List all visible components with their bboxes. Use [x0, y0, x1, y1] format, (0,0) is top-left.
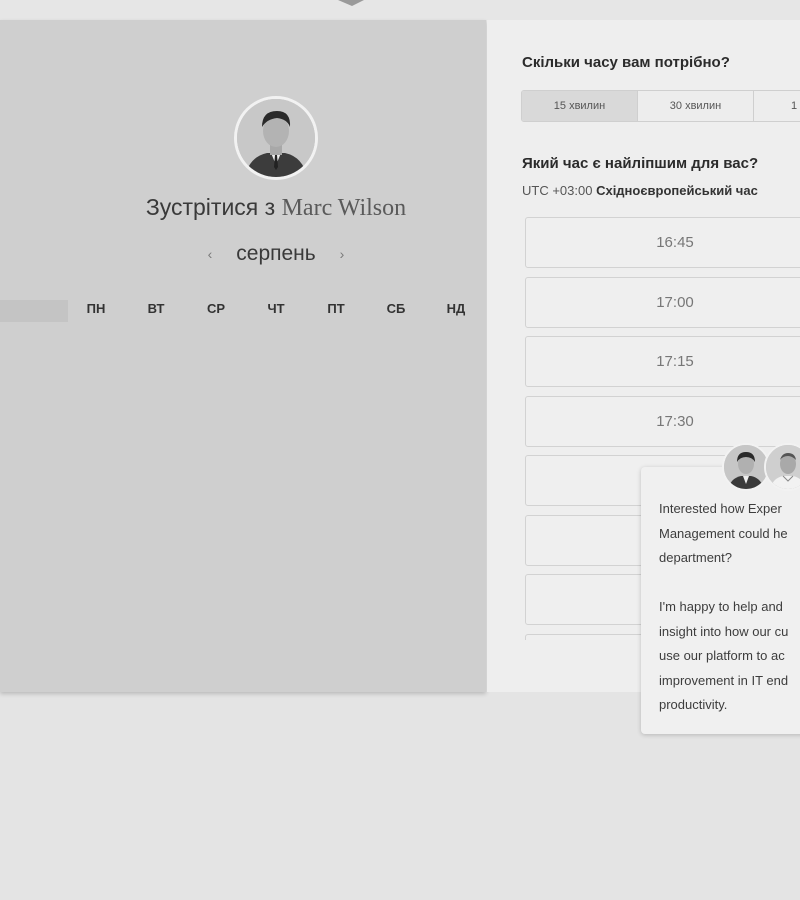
duration-selector: 15 хвилин 30 хвилин 1: [521, 90, 800, 122]
time-slot[interactable]: 17:00: [525, 277, 800, 328]
timezone-name: Східноєвропейський час: [596, 183, 758, 198]
weekday-sat: СБ: [386, 301, 406, 316]
month-navigator: ‹ серпень ›: [200, 240, 352, 268]
meet-title: Зустрітися з Marc Wilson: [0, 194, 552, 222]
weekday-header: ПН ВТ СР ЧТ ПТ СБ НД: [66, 301, 486, 321]
time-slot[interactable]: 16:45: [525, 217, 800, 268]
month-label: серпень: [236, 242, 316, 265]
chevron-right-icon[interactable]: ›: [332, 246, 352, 262]
duration-option-30[interactable]: 30 хвилин: [638, 91, 754, 121]
timezone-label: UTC +03:00 Східноєвропейський час: [522, 183, 758, 198]
host-avatar: [234, 96, 318, 180]
time-question: Який час є найліпшим для вас?: [522, 155, 759, 172]
weekday-fri: ПТ: [327, 301, 345, 316]
host-name: Marc Wilson: [281, 195, 407, 221]
week-strip: [0, 300, 68, 322]
time-slot[interactable]: 17:15: [525, 336, 800, 387]
weekday-wed: СР: [206, 301, 226, 316]
duration-option-15[interactable]: 15 хвилин: [522, 91, 638, 121]
chevron-left-icon[interactable]: ‹: [200, 246, 220, 262]
weekday-mon: ПН: [86, 301, 106, 316]
chat-message: Interested how Exper Management could he…: [659, 501, 789, 712]
weekday-thu: ЧТ: [267, 301, 285, 316]
top-bar: [0, 0, 800, 20]
duration-question: Скільки часу вам потрібно?: [522, 54, 730, 71]
duration-option-60[interactable]: 1: [754, 91, 800, 121]
logo-icon: [338, 0, 364, 6]
weekday-tue: ВТ: [147, 301, 165, 316]
calendar-panel: Зустрітися з Marc Wilson ‹ серпень › ПН …: [0, 20, 486, 692]
weekday-sun: НД: [446, 301, 466, 316]
meet-title-prefix: Зустрітися з: [145, 194, 276, 220]
time-slot[interactable]: 17:30: [525, 396, 800, 447]
timezone-offset: UTC +03:00: [522, 183, 593, 198]
chat-avatar-host: [722, 443, 770, 491]
